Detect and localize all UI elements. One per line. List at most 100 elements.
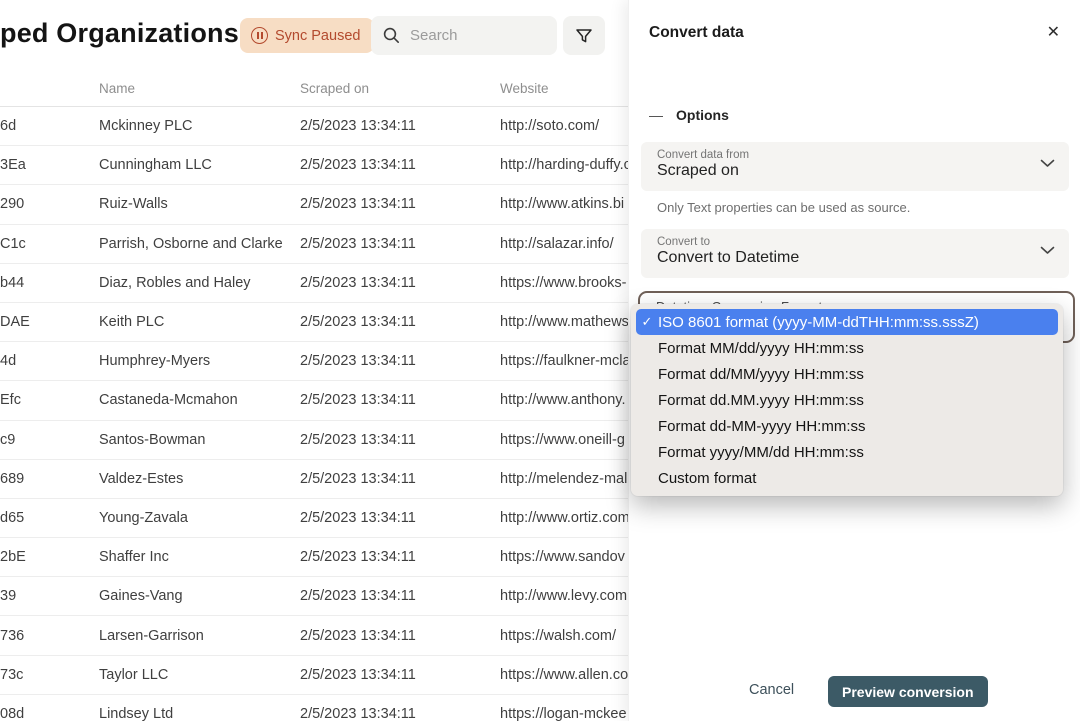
cell-website: https://faulkner-mcla bbox=[500, 353, 631, 369]
panel-footer: Cancel Preview conversion bbox=[629, 676, 1080, 708]
sync-paused-badge[interactable]: Sync Paused bbox=[240, 18, 374, 53]
panel-title: Convert data bbox=[649, 24, 744, 42]
cell-name: Gaines-Vang bbox=[99, 588, 183, 604]
cell-website: http://soto.com/ bbox=[500, 118, 599, 134]
cell-website: https://walsh.com/ bbox=[500, 628, 616, 644]
cell-scraped-on: 2/5/2023 13:34:11 bbox=[300, 706, 416, 721]
cell-id: b44 bbox=[0, 275, 24, 291]
cell-scraped-on: 2/5/2023 13:34:11 bbox=[300, 236, 416, 252]
cell-name: Humphrey-Myers bbox=[99, 353, 210, 369]
cell-scraped-on: 2/5/2023 13:34:11 bbox=[300, 471, 416, 487]
dropdown-option[interactable]: Format MM/dd/yyyy HH:mm:ss bbox=[636, 335, 1058, 361]
cell-website: http://melendez-mal bbox=[500, 471, 627, 487]
cell-scraped-on: 2/5/2023 13:34:11 bbox=[300, 667, 416, 683]
convert-to-select[interactable]: Convert to Convert to Datetime bbox=[641, 229, 1069, 278]
format-dropdown-menu: ✓ISO 8601 format (yyyy-MM-ddTHH:mm:ss.ss… bbox=[631, 304, 1063, 496]
column-header-website[interactable]: Website bbox=[500, 81, 549, 96]
cell-name: Diaz, Robles and Haley bbox=[99, 275, 251, 291]
cell-name: Cunningham LLC bbox=[99, 157, 212, 173]
convert-to-label: Convert to bbox=[657, 236, 1053, 248]
options-section-header[interactable]: — Options bbox=[649, 107, 729, 123]
dropdown-option-label: Format dd.MM.yyyy HH:mm:ss bbox=[658, 392, 864, 409]
cell-scraped-on: 2/5/2023 13:34:11 bbox=[300, 353, 416, 369]
cell-id: Efc bbox=[0, 392, 21, 408]
cell-name: Lindsey Ltd bbox=[99, 706, 173, 721]
cell-website: http://salazar.info/ bbox=[500, 236, 614, 252]
cell-name: Shaffer Inc bbox=[99, 549, 169, 565]
dropdown-option[interactable]: ✓ISO 8601 format (yyyy-MM-ddTHH:mm:ss.ss… bbox=[636, 309, 1058, 335]
cell-id: C1c bbox=[0, 236, 26, 252]
cell-scraped-on: 2/5/2023 13:34:11 bbox=[300, 588, 416, 604]
cell-id: d65 bbox=[0, 510, 24, 526]
search-input[interactable] bbox=[410, 27, 530, 44]
cell-id: 6d bbox=[0, 118, 16, 134]
cancel-button[interactable]: Cancel bbox=[749, 682, 794, 698]
collapse-minus-icon[interactable]: — bbox=[649, 107, 663, 123]
cell-id: 4d bbox=[0, 353, 16, 369]
cell-id: 08d bbox=[0, 706, 24, 721]
cell-website: http://www.anthony. bbox=[500, 392, 625, 408]
cell-name: Keith PLC bbox=[99, 314, 164, 330]
cell-scraped-on: 2/5/2023 13:34:11 bbox=[300, 196, 416, 212]
cell-scraped-on: 2/5/2023 13:34:11 bbox=[300, 549, 416, 565]
page-title: ped Organizations bbox=[0, 18, 239, 49]
cell-website: https://www.oneill-g bbox=[500, 432, 625, 448]
dropdown-option[interactable]: Format yyyy/MM/dd HH:mm:ss bbox=[636, 439, 1058, 465]
search-icon bbox=[383, 27, 400, 44]
pause-icon bbox=[251, 27, 268, 44]
search-box[interactable] bbox=[371, 16, 557, 55]
cell-name: Taylor LLC bbox=[99, 667, 168, 683]
cell-name: Mckinney PLC bbox=[99, 118, 192, 134]
cell-id: 2bE bbox=[0, 549, 26, 565]
dropdown-option-label: ISO 8601 format (yyyy-MM-ddTHH:mm:ss.sss… bbox=[658, 314, 979, 331]
cell-id: 73c bbox=[0, 667, 23, 683]
cell-scraped-on: 2/5/2023 13:34:11 bbox=[300, 628, 416, 644]
cell-website: http://harding-duffy.c bbox=[500, 157, 631, 173]
convert-from-value: Scraped on bbox=[657, 162, 1053, 180]
preview-conversion-button[interactable]: Preview conversion bbox=[828, 676, 988, 707]
cell-website: https://www.sandov bbox=[500, 549, 625, 565]
filter-button[interactable] bbox=[563, 16, 605, 55]
convert-to-value: Convert to Datetime bbox=[657, 249, 1053, 267]
dropdown-option-label: Format yyyy/MM/dd HH:mm:ss bbox=[658, 444, 864, 461]
dropdown-option-label: Format MM/dd/yyyy HH:mm:ss bbox=[658, 340, 864, 357]
cell-id: 689 bbox=[0, 471, 24, 487]
cell-scraped-on: 2/5/2023 13:34:11 bbox=[300, 510, 416, 526]
cell-name: Larsen-Garrison bbox=[99, 628, 204, 644]
cell-scraped-on: 2/5/2023 13:34:11 bbox=[300, 314, 416, 330]
cell-website: https://www.allen.co bbox=[500, 667, 628, 683]
app-window: ped Organizations Sync Paused Name Scrap… bbox=[0, 0, 1080, 721]
dropdown-option[interactable]: Format dd.MM.yyyy HH:mm:ss bbox=[636, 387, 1058, 413]
cell-scraped-on: 2/5/2023 13:34:11 bbox=[300, 275, 416, 291]
cell-name: Castaneda-Mcmahon bbox=[99, 392, 238, 408]
dropdown-option-label: Format dd-MM-yyyy HH:mm:ss bbox=[658, 418, 866, 435]
cell-website: https://www.brooks- bbox=[500, 275, 627, 291]
cell-id: 290 bbox=[0, 196, 24, 212]
options-section-label: Options bbox=[676, 107, 729, 123]
dropdown-option-label: Custom format bbox=[658, 470, 756, 487]
cell-name: Santos-Bowman bbox=[99, 432, 205, 448]
column-header-scraped-on[interactable]: Scraped on bbox=[300, 81, 369, 96]
cell-scraped-on: 2/5/2023 13:34:11 bbox=[300, 157, 416, 173]
chevron-down-icon bbox=[1040, 246, 1055, 255]
close-icon[interactable]: ✕ bbox=[1047, 22, 1060, 42]
cell-id: c9 bbox=[0, 432, 15, 448]
column-header-name[interactable]: Name bbox=[99, 81, 135, 96]
cell-name: Young-Zavala bbox=[99, 510, 188, 526]
dropdown-option[interactable]: Custom format bbox=[636, 465, 1058, 491]
cell-name: Valdez-Estes bbox=[99, 471, 183, 487]
sync-badge-label: Sync Paused bbox=[275, 28, 360, 44]
cell-website: http://www.mathews bbox=[500, 314, 629, 330]
cell-website: http://www.ortiz.com bbox=[500, 510, 630, 526]
convert-from-select[interactable]: Convert data from Scraped on bbox=[641, 142, 1069, 191]
dropdown-option[interactable]: Format dd/MM/yyyy HH:mm:ss bbox=[636, 361, 1058, 387]
cell-scraped-on: 2/5/2023 13:34:11 bbox=[300, 432, 416, 448]
checkmark-icon: ✓ bbox=[636, 314, 658, 330]
cell-scraped-on: 2/5/2023 13:34:11 bbox=[300, 392, 416, 408]
cell-website: http://www.atkins.bi bbox=[500, 196, 624, 212]
cell-name: Ruiz-Walls bbox=[99, 196, 168, 212]
funnel-icon bbox=[575, 27, 593, 45]
cell-scraped-on: 2/5/2023 13:34:11 bbox=[300, 118, 416, 134]
dropdown-option[interactable]: Format dd-MM-yyyy HH:mm:ss bbox=[636, 413, 1058, 439]
dropdown-option-label: Format dd/MM/yyyy HH:mm:ss bbox=[658, 366, 864, 383]
